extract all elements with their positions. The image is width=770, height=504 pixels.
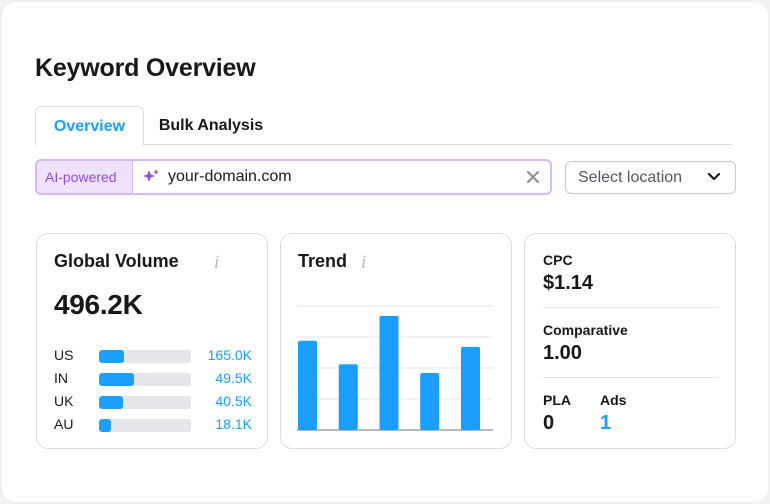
- country-volume-value[interactable]: 49.5K: [215, 370, 252, 386]
- country-volume-bar: [99, 350, 191, 363]
- search-input[interactable]: [168, 166, 508, 188]
- sparkle-icon: [143, 169, 159, 182]
- tab-bulk-analysis[interactable]: Bulk Analysis: [144, 106, 278, 145]
- comparative-value: 1.00: [543, 342, 582, 364]
- tab-overview[interactable]: Overview: [35, 106, 144, 146]
- cpc-label: CPC: [543, 252, 573, 268]
- trend-bar[interactable]: [420, 372, 440, 430]
- global-volume-title: Global Volume: [54, 251, 179, 271]
- trend-bar[interactable]: [379, 315, 399, 430]
- trend-card: Trend i: [280, 233, 512, 449]
- trend-title: Trend: [298, 251, 348, 271]
- comparative-label: Comparative: [543, 322, 628, 338]
- pla-value: 0: [543, 412, 555, 434]
- keyword-overview-panel: Keyword Overview Overview Bulk Analysis …: [2, 2, 768, 502]
- ai-powered-badge: AI-powered: [45, 169, 117, 185]
- info-icon[interactable]: i: [214, 252, 219, 274]
- divider: [543, 377, 719, 378]
- country-code: UK: [54, 393, 74, 409]
- location-placeholder: Select location: [578, 169, 683, 186]
- global-volume-value: 496.2K: [54, 289, 143, 320]
- country-volume-bar: [99, 419, 191, 432]
- country-code: US: [54, 347, 74, 363]
- country-volume-bar: [99, 396, 191, 409]
- divider: [543, 307, 719, 308]
- country-volume-bar-fill: [99, 396, 123, 409]
- pla-label: PLA: [543, 392, 571, 408]
- trend-bar[interactable]: [338, 364, 358, 430]
- country-code: IN: [54, 370, 68, 386]
- ads-value[interactable]: 1: [600, 412, 611, 435]
- country-row-us: US 165.0K: [54, 347, 252, 365]
- country-volume-value[interactable]: 165.0K: [208, 347, 252, 363]
- cpc-value: $1.14: [543, 272, 594, 294]
- country-volume-value[interactable]: 40.5K: [215, 393, 252, 409]
- ads-label: Ads: [600, 392, 627, 408]
- country-volume-bar-fill: [99, 419, 111, 432]
- ai-search-box: AI-powered: [35, 159, 552, 195]
- trend-bar[interactable]: [298, 340, 317, 430]
- search-field[interactable]: [132, 161, 550, 193]
- country-row-in: IN 49.5K: [54, 370, 252, 388]
- country-row-au: AU 18.1K: [54, 416, 252, 434]
- country-volume-bar-fill: [99, 350, 124, 363]
- chevron-down-icon: [707, 172, 721, 181]
- trend-bar[interactable]: [461, 346, 480, 430]
- global-volume-card: Global Volume i 496.2K US 165.0K IN 49.5…: [36, 233, 268, 449]
- country-volume-bar: [99, 373, 191, 386]
- country-row-uk: UK 40.5K: [54, 393, 252, 411]
- page-title: Keyword Overview: [35, 54, 256, 82]
- metrics-card: CPC $1.14 Comparative 1.00 PLA 0 Ads 1: [524, 233, 736, 449]
- country-volume-value[interactable]: 18.1K: [215, 416, 252, 432]
- close-icon[interactable]: [526, 170, 540, 184]
- country-code: AU: [54, 416, 74, 432]
- location-select[interactable]: Select location: [565, 161, 736, 194]
- info-icon[interactable]: i: [361, 252, 366, 274]
- trend-chart: [297, 305, 493, 431]
- country-volume-bar-fill: [99, 373, 134, 386]
